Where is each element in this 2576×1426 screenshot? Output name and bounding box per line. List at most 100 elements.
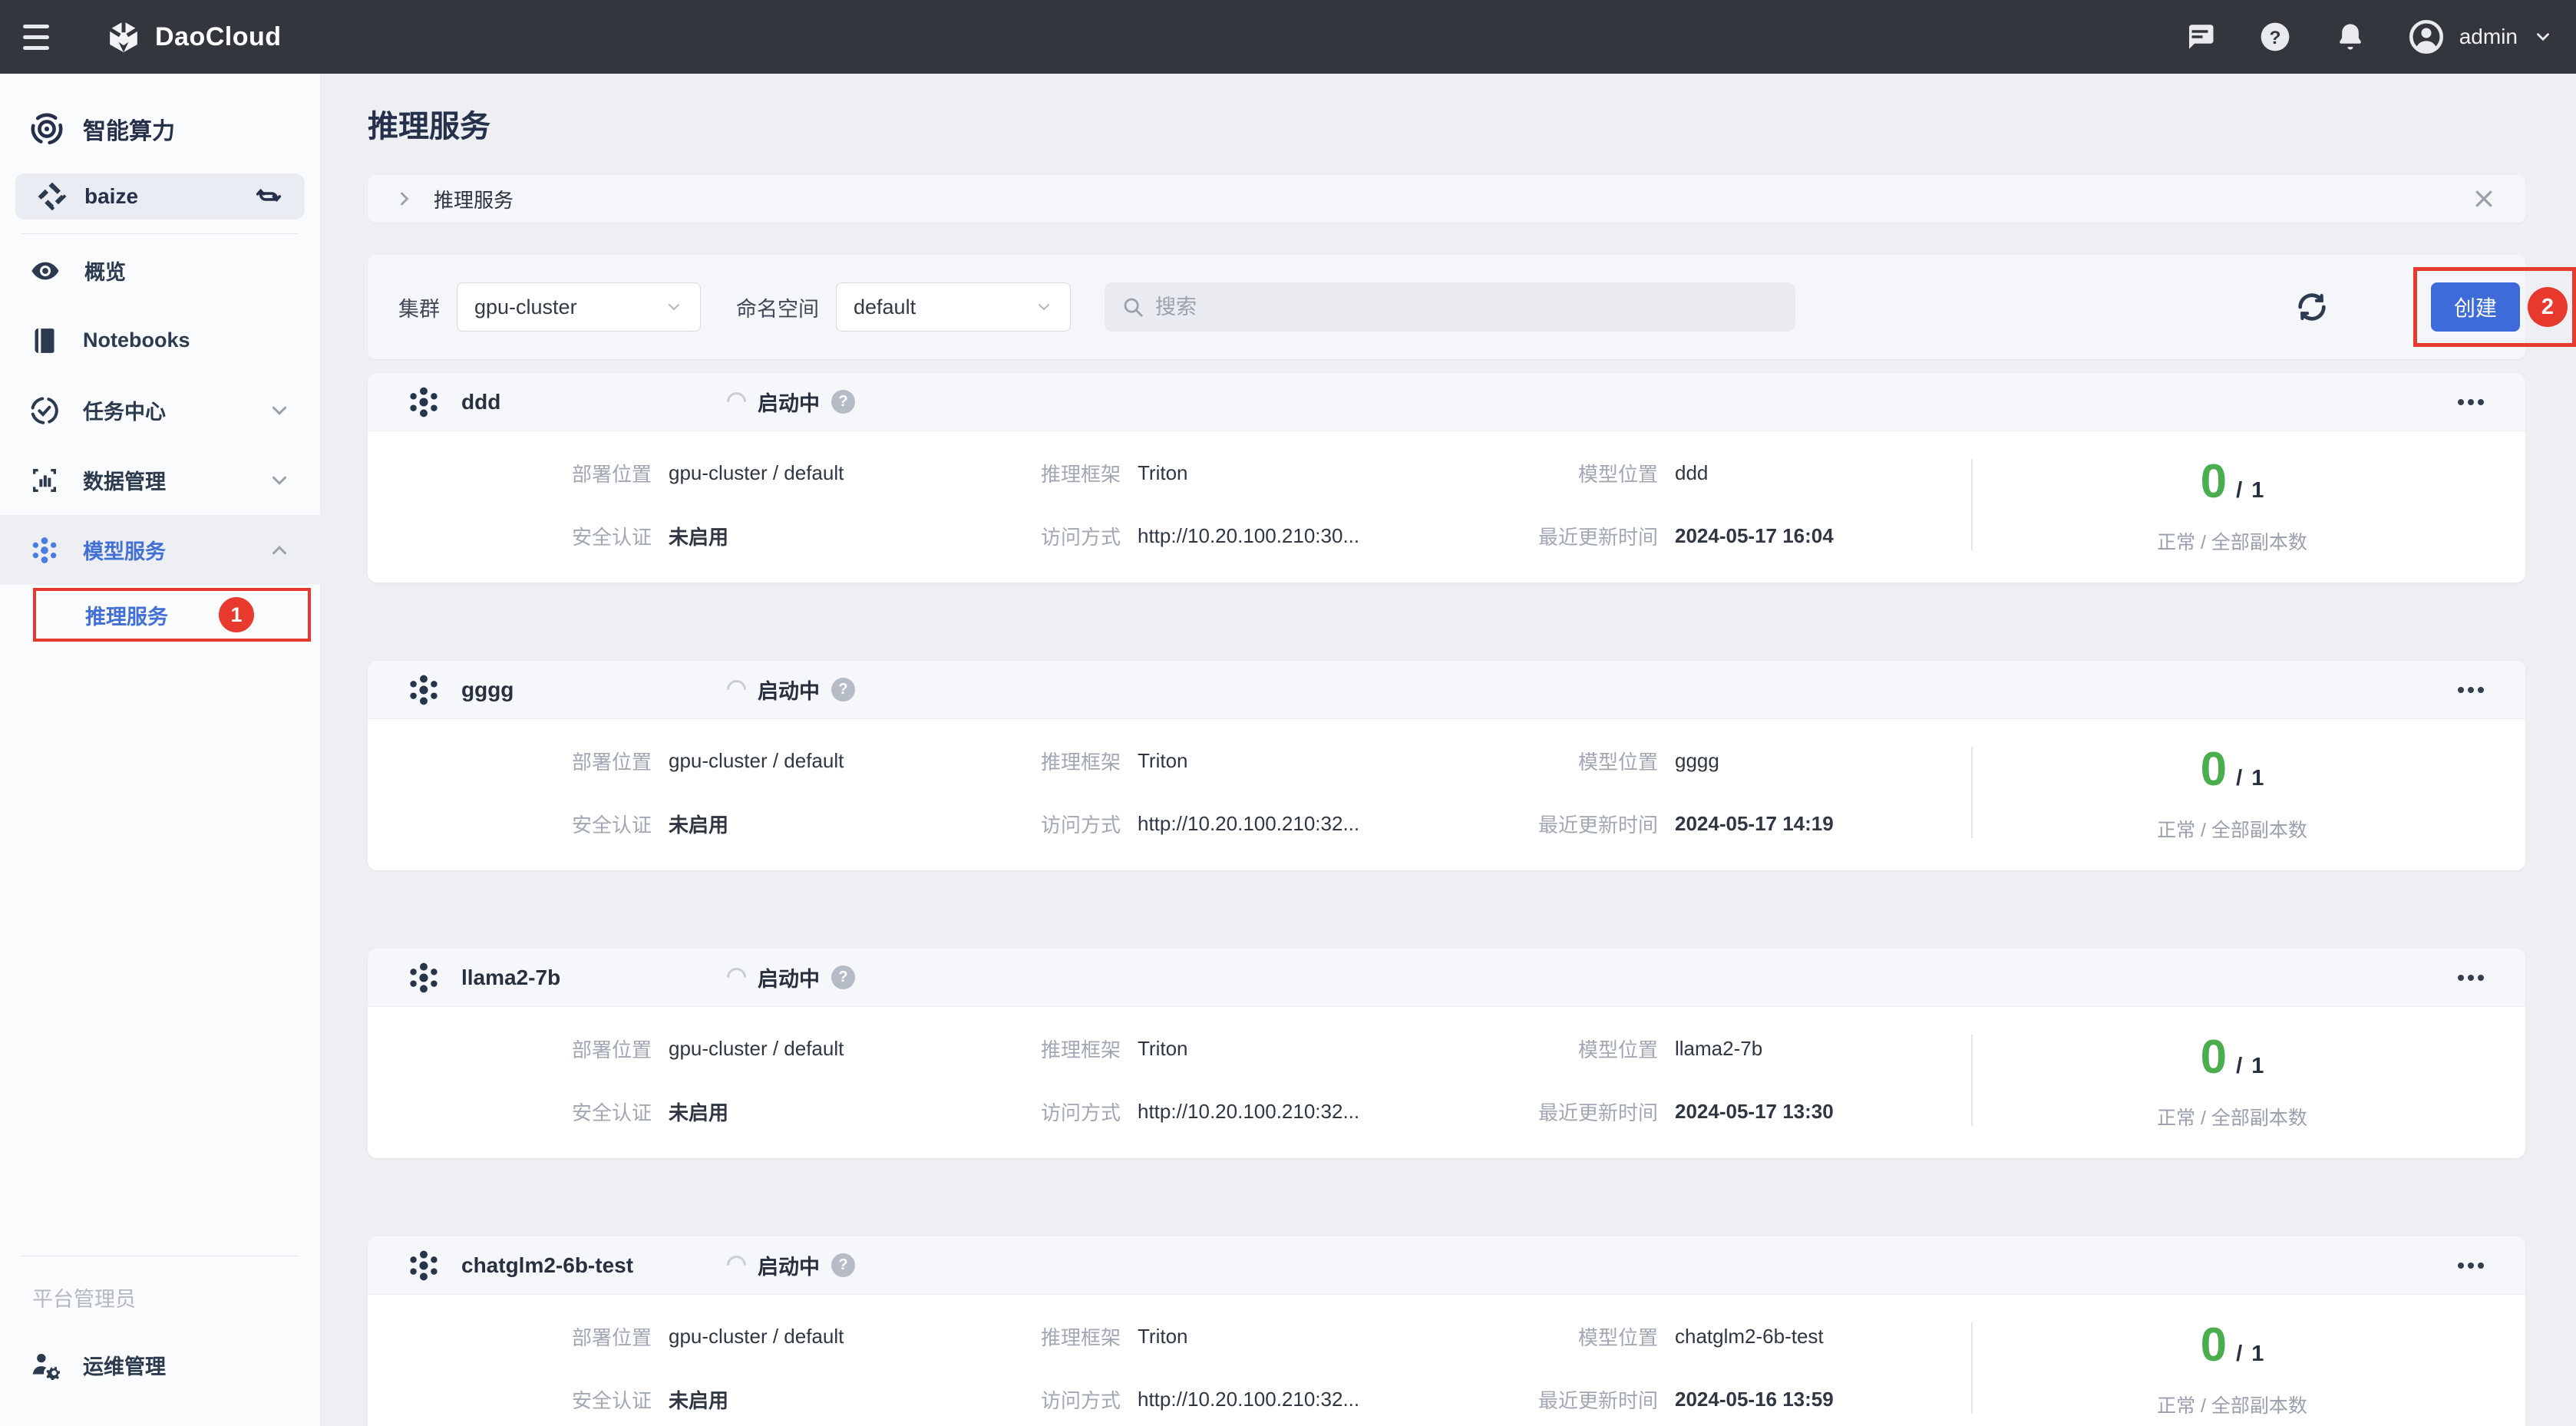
service-card-header: gggg 启动中 ? bbox=[368, 661, 2525, 719]
updated-label: 最近更新时间 bbox=[1529, 522, 1658, 550]
refresh-icon[interactable] bbox=[2290, 286, 2333, 328]
service-card: ddd 启动中 ? 部署位置 gpu-cluster / default 推理框… bbox=[368, 373, 2525, 583]
status-badge: 启动中 ? bbox=[727, 1250, 855, 1280]
sidebar-item-data-management[interactable]: 数据管理 bbox=[0, 445, 320, 515]
sidebar-item-notebooks[interactable]: Notebooks bbox=[0, 305, 320, 375]
replica-zone: 0 / 1 正常 / 全部副本数 bbox=[1973, 1030, 2492, 1131]
access-value[interactable]: http://10.20.100.210:32... bbox=[1138, 812, 1512, 836]
product-switcher[interactable]: 智能算力 bbox=[0, 107, 320, 150]
auth-label: 安全认证 bbox=[566, 1385, 652, 1414]
chevron-down-icon bbox=[1035, 298, 1053, 316]
breadcrumb-chevron-icon[interactable] bbox=[394, 188, 415, 210]
replica-zone: 0 / 1 正常 / 全部副本数 bbox=[1973, 1318, 2492, 1418]
replica-zone: 0 / 1 正常 / 全部副本数 bbox=[1973, 454, 2492, 555]
replica-ready-count: 0 bbox=[2201, 742, 2227, 797]
auth-value: 未启用 bbox=[669, 1385, 1018, 1414]
service-card-header: ddd 启动中 ? bbox=[368, 373, 2525, 431]
service-name: llama2-7b bbox=[461, 966, 560, 990]
sidebar-divider bbox=[21, 233, 299, 234]
ops-admin-icon bbox=[29, 1349, 60, 1380]
sidebar-item-overview[interactable]: 概览 bbox=[0, 236, 320, 305]
service-icon bbox=[406, 1248, 441, 1283]
updated-value: 2024-05-16 13:59 bbox=[1675, 1388, 1928, 1411]
sidebar-item-label: 数据管理 bbox=[83, 465, 166, 495]
service-card: gggg 启动中 ? 部署位置 gpu-cluster / default 推理… bbox=[368, 661, 2525, 870]
more-actions-icon[interactable] bbox=[2450, 1255, 2492, 1276]
access-label: 访问方式 bbox=[1035, 1385, 1121, 1414]
create-button[interactable]: 创建 bbox=[2431, 282, 2520, 332]
status-help-icon[interactable]: ? bbox=[831, 390, 855, 414]
workspace-name: baize bbox=[84, 184, 138, 209]
deploy-value: gpu-cluster / default bbox=[669, 1325, 1018, 1348]
status-badge: 启动中 ? bbox=[727, 962, 855, 992]
access-label: 访问方式 bbox=[1035, 1098, 1121, 1126]
notifications-bell-icon[interactable] bbox=[2333, 20, 2367, 54]
updated-label: 最近更新时间 bbox=[1529, 1098, 1658, 1126]
menu-toggle-icon[interactable] bbox=[23, 15, 66, 58]
auth-label: 安全认证 bbox=[566, 522, 652, 550]
avatar-icon bbox=[2409, 19, 2444, 54]
service-card-body: 部署位置 gpu-cluster / default 推理框架 Triton 模… bbox=[368, 1295, 2525, 1426]
framework-value: Triton bbox=[1138, 749, 1512, 773]
sidebar-item-model-services[interactable]: 模型服务 bbox=[0, 515, 320, 585]
replica-separator: / bbox=[2236, 478, 2242, 503]
service-card-header: chatglm2-6b-test 启动中 ? bbox=[368, 1236, 2525, 1295]
status-help-icon[interactable]: ? bbox=[831, 966, 855, 989]
deploy-label: 部署位置 bbox=[566, 459, 652, 487]
sidebar-item-label: Notebooks bbox=[83, 328, 190, 352]
task-check-icon bbox=[29, 395, 60, 426]
auth-value: 未启用 bbox=[669, 522, 1018, 550]
close-icon[interactable] bbox=[2469, 183, 2499, 214]
updated-value: 2024-05-17 13:30 bbox=[1675, 1100, 1928, 1124]
auth-value: 未启用 bbox=[669, 810, 1018, 838]
model-label: 模型位置 bbox=[1529, 459, 1658, 487]
book-icon bbox=[29, 325, 60, 356]
namespace-select[interactable]: default bbox=[836, 282, 1071, 332]
framework-label: 推理框架 bbox=[1035, 747, 1121, 775]
search-input[interactable] bbox=[1155, 295, 1778, 319]
page-title: 推理服务 bbox=[368, 101, 2525, 146]
help-icon[interactable]: ? bbox=[2258, 20, 2292, 54]
auth-label: 安全认证 bbox=[566, 810, 652, 838]
status-text: 启动中 bbox=[758, 387, 820, 417]
user-menu[interactable]: admin bbox=[2409, 19, 2553, 54]
replica-total-count: 1 bbox=[2251, 1054, 2264, 1079]
breadcrumb-item[interactable]: 推理服务 bbox=[434, 185, 514, 213]
chevron-down-icon bbox=[268, 399, 291, 422]
sidebar-item-ops-management[interactable]: 运维管理 bbox=[0, 1342, 320, 1388]
access-label: 访问方式 bbox=[1035, 522, 1121, 550]
status-help-icon[interactable]: ? bbox=[831, 1253, 855, 1277]
service-card: llama2-7b 启动中 ? 部署位置 gpu-cluster / defau… bbox=[368, 949, 2525, 1158]
service-card-header: llama2-7b 启动中 ? bbox=[368, 949, 2525, 1007]
sidebar-subitem-inference[interactable]: 推理服务 bbox=[85, 600, 168, 630]
more-actions-icon[interactable] bbox=[2450, 679, 2492, 701]
annotation-badge-2: 2 bbox=[2528, 287, 2568, 327]
updated-value: 2024-05-17 14:19 bbox=[1675, 812, 1928, 836]
status-text: 启动中 bbox=[758, 1250, 820, 1280]
access-value[interactable]: http://10.20.100.210:32... bbox=[1138, 1388, 1512, 1411]
eye-icon bbox=[29, 255, 61, 287]
service-card: chatglm2-6b-test 启动中 ? 部署位置 gpu-cluster … bbox=[368, 1236, 2525, 1426]
search-box bbox=[1105, 282, 1795, 332]
create-annotation-box: 创建 2 bbox=[2413, 267, 2576, 347]
replica-caption: 正常 / 全部副本数 bbox=[2157, 527, 2307, 555]
sidebar-item-task-center[interactable]: 任务中心 bbox=[0, 375, 320, 445]
chevron-down-icon bbox=[665, 298, 683, 316]
framework-value: Triton bbox=[1138, 461, 1512, 485]
username: admin bbox=[2459, 25, 2518, 49]
replica-ready-count: 0 bbox=[2201, 1030, 2227, 1084]
cluster-select[interactable]: gpu-cluster bbox=[457, 282, 701, 332]
access-value[interactable]: http://10.20.100.210:32... bbox=[1138, 1100, 1512, 1124]
access-value[interactable]: http://10.20.100.210:30... bbox=[1138, 524, 1512, 548]
sidebar: 智能算力 baize 概览 bbox=[0, 74, 321, 1426]
chat-icon[interactable] bbox=[2183, 20, 2217, 54]
switch-workspace-icon[interactable] bbox=[254, 182, 283, 211]
replica-caption: 正常 / 全部副本数 bbox=[2157, 1391, 2307, 1418]
more-actions-icon[interactable] bbox=[2450, 967, 2492, 989]
cluster-label: 集群 bbox=[398, 292, 440, 322]
workspace-selector[interactable]: baize bbox=[15, 173, 305, 220]
more-actions-icon[interactable] bbox=[2450, 391, 2492, 413]
replica-separator: / bbox=[2236, 1054, 2242, 1079]
status-help-icon[interactable]: ? bbox=[831, 678, 855, 701]
brand-name: DaoCloud bbox=[155, 22, 282, 52]
